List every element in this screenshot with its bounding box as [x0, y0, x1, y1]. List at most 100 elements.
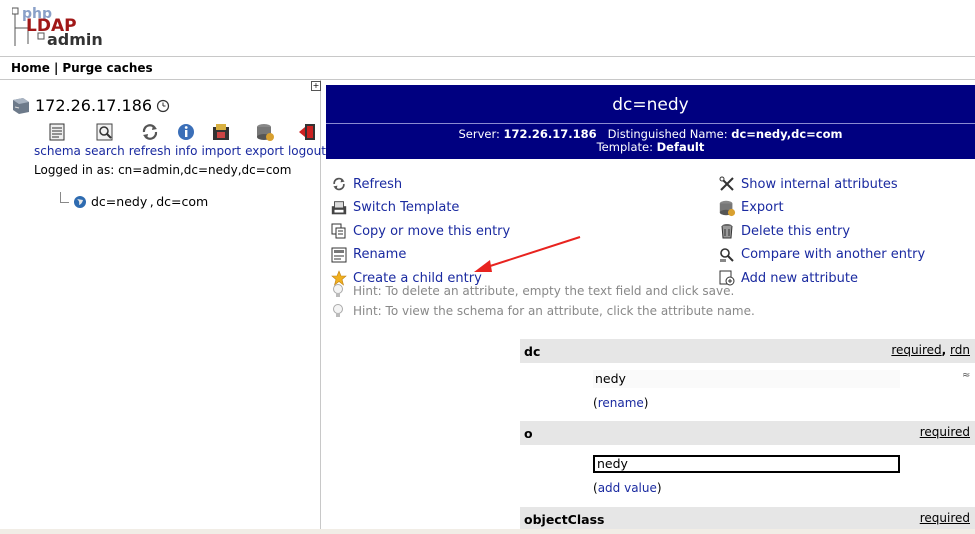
- home-link[interactable]: Home: [11, 61, 50, 75]
- info-icon: [178, 124, 195, 140]
- attribute-flags-dc: required, rdn: [891, 343, 970, 357]
- tree-entry-label[interactable]: dc=nedy , dc=com: [91, 194, 208, 209]
- attribute-flags-objectclass: required: [920, 511, 970, 525]
- template-value: Default: [656, 140, 705, 154]
- lightbulb-icon: [333, 284, 343, 297]
- hint-delete-attribute: Hint: To delete an attribute, empty the …: [331, 283, 734, 299]
- hint-text: Hint: To delete an attribute, empty the …: [353, 284, 735, 298]
- refresh-action[interactable]: Refresh: [330, 174, 510, 194]
- paren-close: ): [656, 481, 662, 495]
- import-label: import: [201, 144, 242, 158]
- rdn-link[interactable]: rdn: [950, 343, 970, 357]
- rename-icon: [330, 246, 348, 264]
- refresh-label: refresh: [128, 144, 171, 158]
- add-value-link[interactable]: add value: [598, 481, 657, 495]
- entry-dn-title: dc=nedy: [612, 95, 689, 115]
- rename-link-wrapper: (rename): [593, 396, 648, 410]
- attribute-name-o[interactable]: o: [524, 426, 533, 441]
- show-internal-action[interactable]: Show internal attributes: [718, 174, 925, 194]
- attribute-name-objectclass[interactable]: objectClass: [524, 512, 604, 527]
- logout-icon: [298, 124, 315, 140]
- refresh-button[interactable]: refresh: [129, 122, 171, 158]
- attribute-name-dc[interactable]: dc: [524, 344, 540, 359]
- attribute-header-dc: dc required, rdn: [520, 339, 975, 363]
- import-icon: [213, 124, 230, 140]
- logout-label: logout: [287, 144, 326, 158]
- header-divider: [0, 56, 975, 57]
- delete-entry-label[interactable]: Delete this entry: [741, 224, 850, 239]
- entry-title-bar: dc=nedy Server: 172.26.17.186 Distinguis…: [326, 85, 975, 159]
- entry-meta: Server: 172.26.17.186 Distinguished Name…: [326, 128, 975, 154]
- logged-in-text: Logged in as: cn=admin,dc=nedy,dc=com: [34, 163, 292, 177]
- switch-template-icon: [330, 199, 348, 217]
- info-label: info: [174, 144, 198, 158]
- server-name[interactable]: 172.26.17.186: [35, 96, 152, 115]
- trash-icon: [718, 222, 736, 240]
- required-link[interactable]: required: [920, 425, 970, 439]
- refresh-icon: [142, 124, 157, 140]
- rename-link[interactable]: rename: [598, 396, 644, 410]
- schema-icon: [49, 123, 65, 141]
- title-rule: [326, 123, 975, 124]
- tools-icon: [718, 175, 736, 193]
- dn-label: Distinguished Name:: [607, 127, 728, 141]
- svg-text:admin: admin: [47, 30, 103, 49]
- export-icon: [256, 124, 274, 141]
- copy-icon: [330, 222, 348, 240]
- tree-branch: [60, 192, 69, 203]
- lightbulb-icon: [333, 304, 343, 317]
- compare-action[interactable]: Compare with another entry: [718, 245, 925, 265]
- compare-icon: [718, 246, 736, 264]
- delete-entry-action[interactable]: Delete this entry: [718, 221, 925, 241]
- export-label: export: [245, 144, 284, 158]
- switch-template-action[interactable]: Switch Template: [330, 198, 510, 218]
- value-marker-icon: ≈: [962, 370, 971, 381]
- attribute-input-o[interactable]: nedy: [593, 455, 900, 473]
- annotation-arrow-icon: [474, 236, 581, 272]
- add-attribute-label[interactable]: Add new attribute: [741, 271, 858, 286]
- nav-separator: |: [53, 61, 59, 75]
- add-attribute-action[interactable]: Add new attribute: [718, 268, 925, 288]
- schema-button[interactable]: schema: [34, 122, 81, 158]
- export-icon: [718, 199, 736, 217]
- switch-template-label[interactable]: Switch Template: [353, 200, 459, 215]
- template-label: Template:: [596, 140, 653, 154]
- required-link[interactable]: required: [920, 511, 970, 525]
- export-button[interactable]: export: [245, 122, 284, 158]
- required-link[interactable]: required: [891, 343, 941, 357]
- clock-icon[interactable]: [156, 99, 170, 113]
- server-label: Server:: [458, 127, 500, 141]
- show-internal-label[interactable]: Show internal attributes: [741, 177, 898, 192]
- server-icon: [13, 97, 29, 114]
- compare-label[interactable]: Compare with another entry: [741, 247, 925, 262]
- server-value: 172.26.17.186: [503, 127, 597, 141]
- server-header: 172.26.17.186: [11, 96, 170, 115]
- entry-actions-right: Show internal attributes Export Delete t…: [718, 174, 925, 292]
- attribute-flags-o: required: [920, 425, 970, 439]
- bottom-strip: [0, 529, 975, 534]
- paren-close: ): [643, 396, 649, 410]
- expand-icon[interactable]: +: [311, 81, 321, 91]
- search-label: search: [84, 144, 125, 158]
- schema-label: schema: [34, 144, 81, 158]
- refresh-action-label[interactable]: Refresh: [353, 177, 402, 192]
- tree-entry[interactable]: dc=nedy , dc=com: [60, 192, 208, 209]
- search-button[interactable]: search: [85, 122, 125, 158]
- info-button[interactable]: info: [174, 122, 198, 158]
- import-button[interactable]: import: [201, 122, 241, 158]
- export-label[interactable]: Export: [741, 200, 784, 215]
- top-nav: Home | Purge caches: [11, 61, 153, 75]
- server-toolbar: schema search refresh info import export…: [34, 122, 330, 158]
- attribute-header-objectclass: objectClass required: [520, 507, 975, 531]
- search-icon: [96, 123, 113, 141]
- logout-button[interactable]: logout: [288, 122, 326, 158]
- purge-caches-link[interactable]: Purge caches: [62, 61, 152, 75]
- globe-icon: [74, 195, 86, 208]
- add-value-link-wrapper: (add value): [593, 481, 662, 495]
- attribute-header-o: o required: [520, 421, 975, 445]
- attribute-value-dc: nedy: [593, 370, 900, 388]
- flag-separator: ,: [941, 343, 947, 357]
- export-action[interactable]: Export: [718, 198, 925, 218]
- rename-label[interactable]: Rename: [353, 247, 406, 262]
- hint-text: Hint: To view the schema for an attribut…: [353, 304, 755, 318]
